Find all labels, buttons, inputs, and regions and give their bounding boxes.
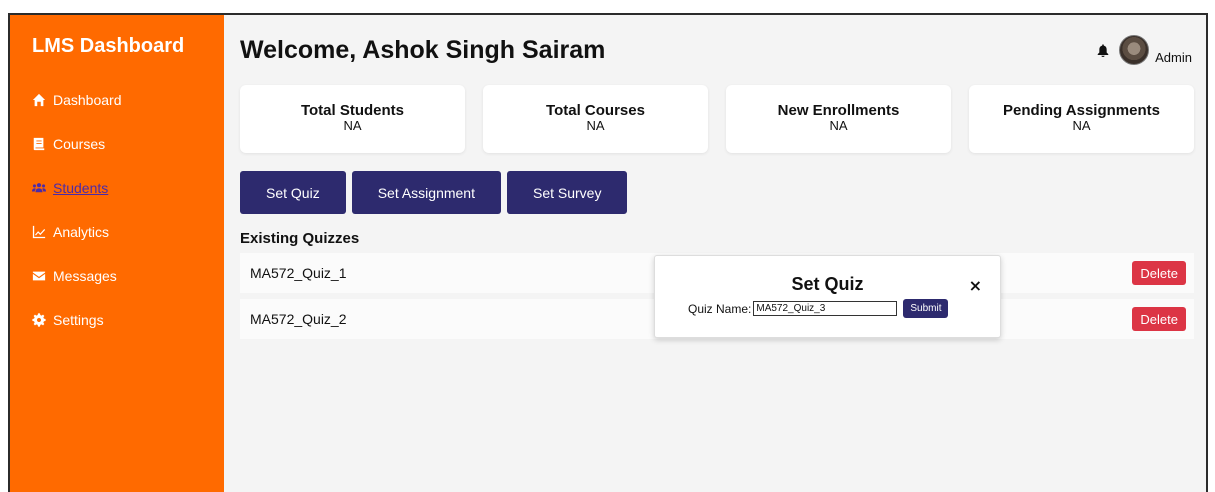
existing-quizzes-heading: Existing Quizzes	[240, 230, 360, 247]
book-icon	[33, 137, 45, 151]
quiz-name: MA572_Quiz_1	[250, 265, 347, 281]
submit-button[interactable]: Submit	[903, 299, 949, 318]
sidebar-item-settings[interactable]: Settings	[10, 298, 224, 342]
action-buttons: Set Quiz Set Assignment Set Survey	[240, 171, 1194, 214]
quiz-name: MA572_Quiz_2	[250, 311, 347, 327]
brand-title: LMS Dashboard	[32, 35, 185, 57]
users-icon	[32, 183, 46, 193]
stat-value: NA	[1072, 118, 1091, 133]
sidebar-item-label: Settings	[53, 312, 104, 328]
stat-value: NA	[586, 118, 605, 133]
stat-title: Total Courses	[546, 102, 645, 119]
delete-button[interactable]: Delete	[1132, 261, 1186, 285]
stat-title: New Enrollments	[777, 102, 900, 119]
sidebar-item-label: Analytics	[53, 224, 110, 240]
set-quiz-modal: Set Quiz × Quiz Name: Submit	[654, 255, 1001, 338]
stat-card-new-enrollments: New Enrollments NA	[726, 85, 951, 153]
sidebar-item-dashboard[interactable]: Dashboard	[10, 78, 224, 122]
bell-icon[interactable]	[1097, 43, 1109, 57]
gear-icon	[32, 313, 46, 327]
quiz-name-input[interactable]	[753, 301, 898, 316]
delete-button[interactable]: Delete	[1132, 307, 1186, 331]
set-quiz-button[interactable]: Set Quiz	[240, 171, 346, 214]
set-survey-button[interactable]: Set Survey	[506, 171, 628, 214]
user-role-label: Admin	[1155, 50, 1192, 65]
stat-value: NA	[829, 118, 848, 133]
top-bar: Welcome, Ashok Singh Sairam Admin	[240, 35, 1194, 65]
quiz-name-label: Quiz Name:	[688, 301, 752, 316]
stat-card-total-courses: Total Courses NA	[483, 85, 708, 153]
stat-value: NA	[343, 118, 362, 133]
sidebar-item-label: Dashboard	[53, 92, 122, 108]
modal-title: Set Quiz	[791, 274, 864, 294]
envelope-icon	[32, 271, 46, 281]
sidebar-item-label: Students	[53, 180, 109, 196]
sidebar-item-students[interactable]: Students	[10, 166, 224, 210]
stat-card-total-students: Total Students NA	[240, 85, 465, 153]
main-content: Welcome, Ashok Singh Sairam Admin Total …	[224, 15, 1206, 492]
sidebar-item-analytics[interactable]: Analytics	[10, 210, 224, 254]
avatar[interactable]	[1119, 35, 1150, 65]
stat-title: Pending Assignments	[1003, 102, 1160, 119]
quiz-form: Quiz Name: Submit	[688, 299, 949, 318]
sidebar-item-courses[interactable]: Courses	[10, 122, 224, 166]
app-window: LMS Dashboard Dashboard Courses Students…	[8, 13, 1208, 492]
stats-row: Total Students NA Total Courses NA New E…	[240, 85, 1194, 153]
chart-line-icon	[32, 225, 46, 239]
close-icon[interactable]: ×	[969, 276, 982, 295]
user-menu[interactable]: Admin	[1097, 35, 1192, 65]
sidebar-item-label: Courses	[53, 136, 106, 152]
page-title: Welcome, Ashok Singh Sairam	[240, 35, 606, 64]
sidebar-item-label: Messages	[53, 268, 117, 284]
stat-title: Total Students	[300, 102, 405, 119]
sidebar-item-messages[interactable]: Messages	[10, 254, 224, 298]
home-icon	[32, 93, 46, 107]
sidebar: LMS Dashboard Dashboard Courses Students…	[10, 15, 224, 492]
stat-card-pending-assignments: Pending Assignments NA	[969, 85, 1194, 153]
set-assignment-button[interactable]: Set Assignment	[351, 171, 501, 214]
